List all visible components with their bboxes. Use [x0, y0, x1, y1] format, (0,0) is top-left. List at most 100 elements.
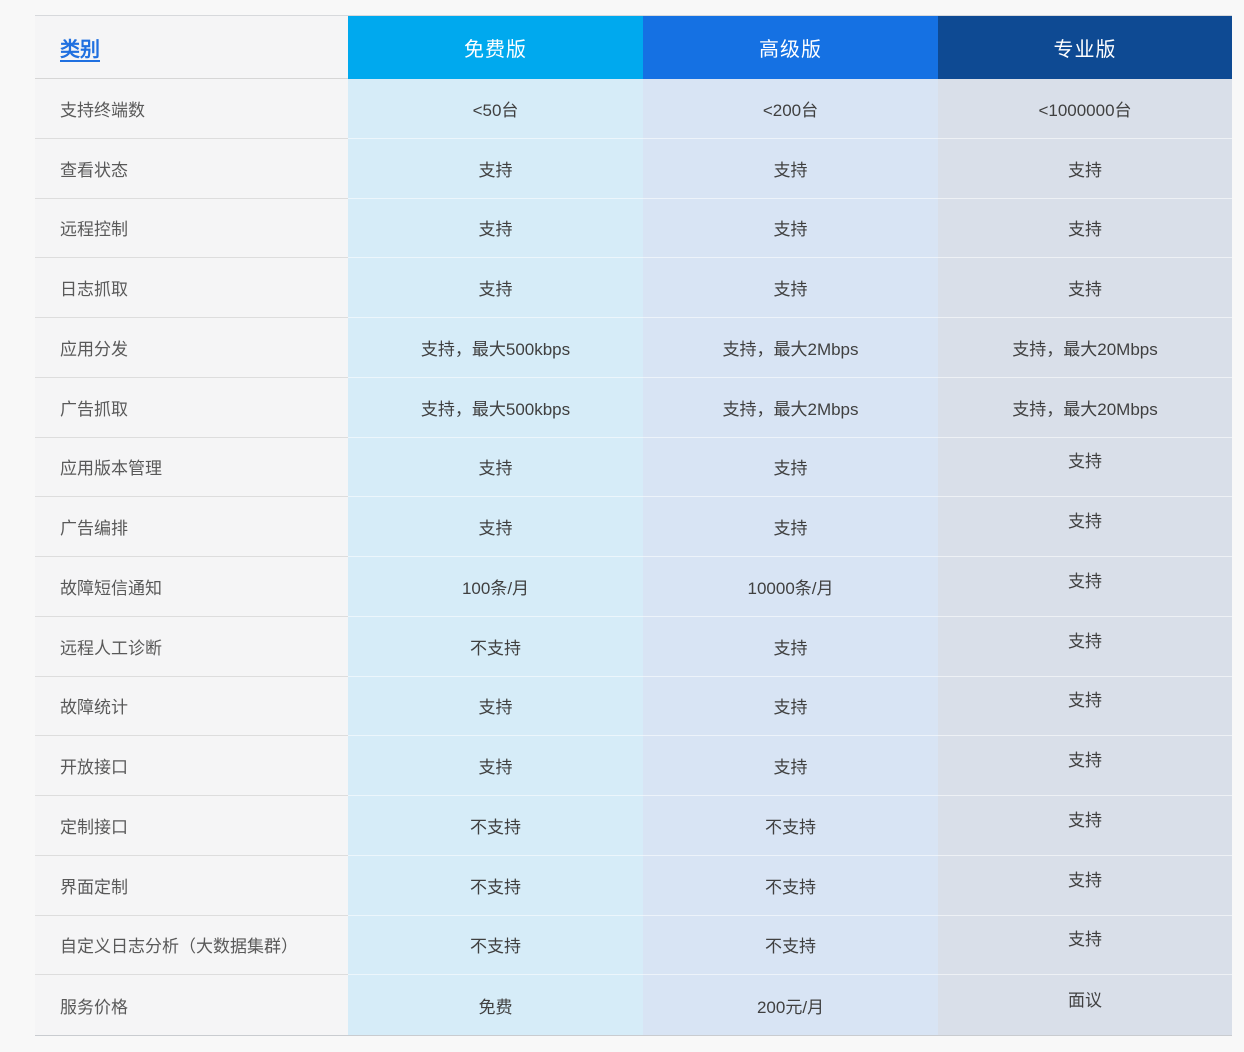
premium-value-cell: 10000条/月: [643, 557, 938, 617]
table-row: 自定义日志分析（大数据集群） 不支持 不支持 支持: [35, 916, 1232, 976]
table-row: 界面定制 不支持 不支持 支持: [35, 856, 1232, 916]
free-value: 不支持: [470, 813, 521, 838]
premium-value: 支持: [774, 514, 808, 539]
premium-value-cell: 支持，最大2Mbps: [643, 318, 938, 378]
feature-label-cell: 开放接口: [35, 736, 348, 796]
free-value: 免费: [479, 993, 513, 1018]
feature-label: 应用分发: [60, 335, 128, 360]
premium-value-cell: 支持: [643, 677, 938, 737]
free-value-cell: 支持: [348, 438, 643, 498]
feature-label-cell: 日志抓取: [35, 258, 348, 318]
professional-value: 面议: [1068, 986, 1102, 1011]
table-row: 广告抓取 支持，最大500kbps 支持，最大2Mbps 支持，最大20Mbps: [35, 378, 1232, 438]
free-value-cell: 支持，最大500kbps: [348, 318, 643, 378]
feature-label-cell: 查看状态: [35, 139, 348, 199]
premium-value: 支持，最大2Mbps: [722, 335, 858, 360]
premium-value-cell: 支持: [643, 617, 938, 677]
feature-label: 日志抓取: [60, 275, 128, 300]
professional-value: 支持: [1068, 507, 1102, 532]
professional-value-cell: 支持: [938, 438, 1232, 498]
free-value: 支持: [479, 215, 513, 240]
professional-value-cell: 支持: [938, 258, 1232, 318]
plan-header-free-label: 免费版: [464, 33, 527, 62]
professional-value: 支持: [1068, 447, 1102, 472]
table-row: 定制接口 不支持 不支持 支持: [35, 796, 1232, 856]
premium-value: 不支持: [765, 813, 816, 838]
free-value: <50台: [473, 96, 519, 121]
feature-label: 远程人工诊断: [60, 634, 162, 659]
professional-value: 支持: [1068, 686, 1102, 711]
feature-label: 服务价格: [60, 993, 128, 1018]
professional-value-cell: <1000000台: [938, 79, 1232, 139]
professional-value: 支持: [1068, 806, 1102, 831]
table-row: 故障短信通知 100条/月 10000条/月 支持: [35, 557, 1232, 617]
premium-value: 支持: [774, 753, 808, 778]
feature-label-cell: 界面定制: [35, 856, 348, 916]
feature-label-cell: 广告编排: [35, 497, 348, 557]
premium-value: 支持: [774, 156, 808, 181]
premium-value-cell: 支持: [643, 258, 938, 318]
free-value-cell: 免费: [348, 975, 643, 1035]
professional-value: 支持: [1068, 925, 1102, 950]
feature-label: 应用版本管理: [60, 454, 162, 479]
premium-value-cell: 支持: [643, 139, 938, 199]
free-value: 支持: [479, 275, 513, 300]
feature-label-cell: 应用分发: [35, 318, 348, 378]
professional-value-cell: 支持: [938, 736, 1232, 796]
pricing-comparison-table: 类别 免费版 高级版 专业版 支持终端数 <50台 <200台 <1000000…: [35, 15, 1232, 1036]
plan-header-free: 免费版: [348, 16, 643, 79]
table-row: 应用版本管理 支持 支持 支持: [35, 438, 1232, 498]
feature-label: 故障统计: [60, 693, 128, 718]
feature-label-cell: 服务价格: [35, 975, 348, 1035]
table-row: 支持终端数 <50台 <200台 <1000000台: [35, 79, 1232, 139]
professional-value-cell: 支持: [938, 677, 1232, 737]
professional-value: 支持，最大20Mbps: [1012, 395, 1157, 420]
premium-value-cell: 不支持: [643, 916, 938, 976]
premium-value: 不支持: [765, 873, 816, 898]
feature-label-cell: 故障短信通知: [35, 557, 348, 617]
feature-label-cell: 应用版本管理: [35, 438, 348, 498]
premium-value: 200元/月: [757, 993, 824, 1018]
free-value-cell: 支持: [348, 139, 643, 199]
feature-label: 开放接口: [60, 753, 128, 778]
professional-value-cell: 支持: [938, 916, 1232, 976]
table-row: 故障统计 支持 支持 支持: [35, 677, 1232, 737]
table-row: 开放接口 支持 支持 支持: [35, 736, 1232, 796]
free-value-cell: 支持: [348, 736, 643, 796]
premium-value: 10000条/月: [748, 574, 834, 599]
premium-value-cell: 200元/月: [643, 975, 938, 1035]
premium-value-cell: 不支持: [643, 796, 938, 856]
free-value-cell: 不支持: [348, 916, 643, 976]
feature-label: 支持终端数: [60, 96, 145, 121]
free-value-cell: 支持，最大500kbps: [348, 378, 643, 438]
premium-value-cell: 不支持: [643, 856, 938, 916]
free-value-cell: <50台: [348, 79, 643, 139]
free-value: 支持: [479, 693, 513, 718]
category-header-label: 类别: [60, 33, 100, 62]
feature-label-cell: 广告抓取: [35, 378, 348, 438]
table-row: 远程控制 支持 支持 支持: [35, 199, 1232, 259]
free-value-cell: 不支持: [348, 617, 643, 677]
professional-value-cell: 支持: [938, 796, 1232, 856]
professional-value-cell: 支持，最大20Mbps: [938, 318, 1232, 378]
professional-value-cell: 支持: [938, 617, 1232, 677]
table-row: 远程人工诊断 不支持 支持 支持: [35, 617, 1232, 677]
premium-value: 支持: [774, 634, 808, 659]
professional-value-cell: 支持: [938, 497, 1232, 557]
premium-value-cell: 支持，最大2Mbps: [643, 378, 938, 438]
free-value-cell: 不支持: [348, 796, 643, 856]
free-value-cell: 支持: [348, 677, 643, 737]
professional-value: 支持: [1068, 215, 1102, 240]
professional-value-cell: 支持: [938, 557, 1232, 617]
feature-label-cell: 支持终端数: [35, 79, 348, 139]
plan-header-professional: 专业版: [938, 16, 1232, 79]
professional-value: 支持: [1068, 746, 1102, 771]
table-body: 支持终端数 <50台 <200台 <1000000台 查看状态 支持 支持 支持…: [35, 79, 1232, 1035]
professional-value: 支持: [1068, 866, 1102, 891]
premium-value-cell: 支持: [643, 497, 938, 557]
plan-header-premium-label: 高级版: [759, 33, 822, 62]
feature-label: 自定义日志分析（大数据集群）: [60, 932, 298, 957]
table-row: 广告编排 支持 支持 支持: [35, 497, 1232, 557]
free-value: 支持: [479, 514, 513, 539]
free-value-cell: 不支持: [348, 856, 643, 916]
